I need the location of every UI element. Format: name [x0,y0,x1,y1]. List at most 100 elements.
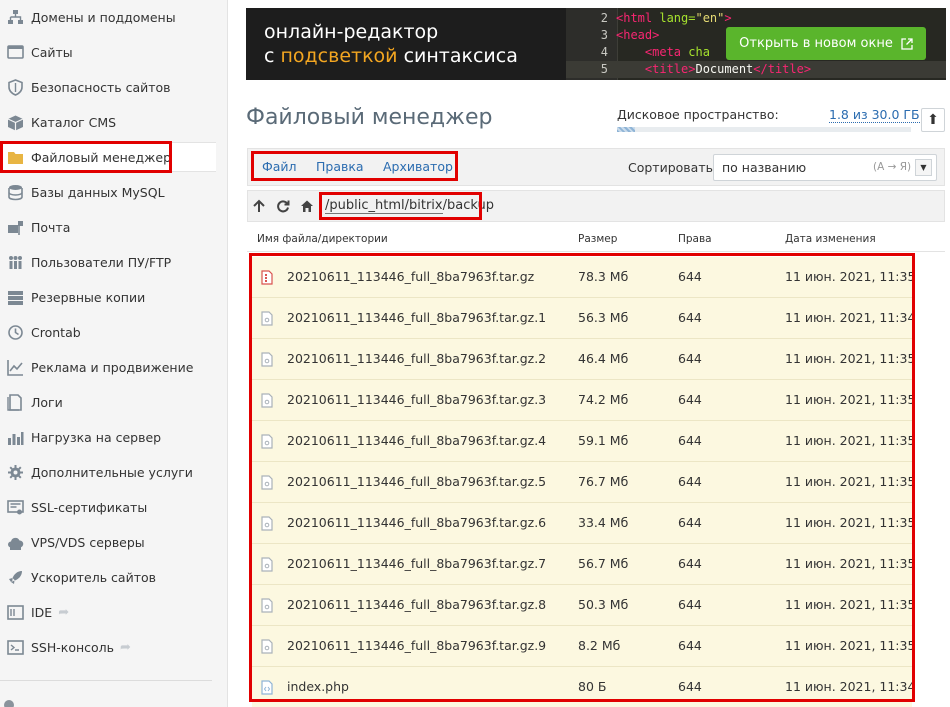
external-link-icon [901,37,913,50]
file-name[interactable]: 20210611_113446_full_8ba7963f.tar.gz.8 [287,597,546,612]
file-modified-date: 11 июн. 2021, 11:35 [785,433,916,448]
column-size-header[interactable]: Размер [578,233,617,245]
sidebar-item-13[interactable]: Нагрузка на сервер [0,422,216,452]
sidebar-item-10[interactable]: Crontab [0,317,216,347]
page-title: Файловый менеджер [246,105,493,130]
code-tag: <html [616,11,660,25]
file-name[interactable]: 20210611_113446_full_8ba7963f.tar.gz.3 [287,392,546,407]
sidebar-item-12[interactable]: Логи [0,387,216,417]
sidebar-item-5[interactable]: Файловый менеджер [0,142,216,172]
sidebar-bottom-icon[interactable] [4,700,14,707]
line-number: 3 [600,28,608,42]
sidebar-item-label: Каталог CMS [31,114,117,130]
breadcrumb-bitrix[interactable]: /bitrix [404,198,443,214]
file-permissions: 644 [678,351,702,366]
table-row[interactable]: 20210611_113446_full_8ba7963f.tar.gz.2 46… [252,339,916,380]
table-row[interactable]: 20210611_113446_full_8ba7963f.tar.gz.4 59… [252,421,916,462]
disk-space-label: Дисковое пространство: [617,107,779,122]
column-permissions-header[interactable]: Права [678,233,712,245]
arrow-up-icon[interactable] [251,198,267,214]
banner-line-2-suffix: синтаксиса [397,45,518,67]
folder-icon [6,148,24,166]
file-name[interactable]: 20210611_113446_full_8ba7963f.tar.gz.9 [287,638,546,653]
table-row[interactable]: 20210611_113446_full_8ba7963f.tar.gz.1 56… [252,298,916,339]
table-row[interactable]: 20210611_113446_full_8ba7963f.tar.gz.8 50… [252,585,915,626]
sidebar-item-7[interactable]: Почта [0,212,216,242]
sidebar-item-11[interactable]: Реклама и продвижение [0,352,216,382]
menu-file[interactable]: Файл [262,159,297,174]
file-permissions: 644 [678,679,702,694]
sidebar-item-1[interactable]: Домены и поддомены [0,2,216,32]
file-icon [261,598,273,613]
sidebar-item-label: Пользователи ПУ/FTP [31,254,172,270]
table-row[interactable]: 20210611_113446_full_8ba7963f.tar.gz.6 33… [252,503,915,544]
file-name[interactable]: 20210611_113446_full_8ba7963f.tar.gz.6 [287,515,546,530]
file-size: 59.1 Мб [578,433,629,448]
gear-icon [6,463,24,481]
open-in-new-window-button[interactable]: Открыть в новом окне [726,27,926,60]
file-name[interactable]: 20210611_113446_full_8ba7963f.tar.gz.5 [287,474,546,489]
upload-button[interactable]: ⬆ [921,108,945,132]
sidebar-item-6[interactable]: Базы данных MySQL [0,177,216,207]
home-icon[interactable] [299,198,315,214]
sidebar-item-14[interactable]: Дополнительные услуги [0,457,216,487]
sidebar-item-2[interactable]: Сайты [0,37,216,67]
file-name[interactable]: 20210611_113446_full_8ba7963f.tar.gz [287,269,534,284]
bar-chart-icon [6,428,24,446]
table-row[interactable]: index.php 80 Б 644 11 июн. 2021, 11:34 [252,667,915,707]
sidebar-item-label: Реклама и продвижение [31,359,194,375]
file-permissions: 644 [678,515,702,530]
sidebar-item-label: Домены и поддомены [31,9,176,25]
file-size: 56.7 Мб [578,556,629,571]
column-date-header[interactable]: Дата изменения [785,233,876,245]
column-name-header[interactable]: Имя файла/директории [257,233,388,245]
sidebar-item-16[interactable]: VPS/VDS серверы [0,527,216,557]
table-row[interactable]: 20210611_113446_full_8ba7963f.tar.gz.5 76… [252,462,916,503]
file-size: 50.3 Мб [578,597,629,612]
menu-archiver[interactable]: Архиватор [383,159,453,174]
banner-line-2-prefix: с [264,45,281,67]
sidebar-item-4[interactable]: Каталог CMS [0,107,216,137]
clock-icon [6,323,24,341]
file-icon [261,352,273,367]
file-name[interactable]: 20210611_113446_full_8ba7963f.tar.gz.2 [287,351,546,366]
file-name[interactable]: 20210611_113446_full_8ba7963f.tar.gz.1 [287,310,546,325]
refresh-icon[interactable] [275,198,291,214]
sidebar-item-18[interactable]: IDE ➦ [0,597,216,627]
menu-edit[interactable]: Правка [316,159,364,174]
line-number: 4 [600,45,608,59]
file-name[interactable]: 20210611_113446_full_8ba7963f.tar.gz.4 [287,433,546,448]
file-name[interactable]: index.php [287,679,349,694]
sidebar-item-label: Безопасность сайтов [31,79,171,95]
sidebar-item-3[interactable]: Безопасность сайтов [0,72,216,102]
file-icon [261,311,273,326]
file-modified-date: 11 июн. 2021, 11:35 [785,351,916,366]
file-permissions: 644 [678,433,702,448]
sort-select[interactable]: по названию (А → Я) ▼ [713,154,937,181]
table-row[interactable]: 20210611_113446_full_8ba7963f.tar.gz.3 74… [252,380,915,421]
server-icon [6,288,24,306]
sidebar-item-15[interactable]: SSL-сертификаты [0,492,216,522]
terminal-icon [6,638,24,656]
file-size: 33.4 Мб [578,515,629,530]
disk-space-value[interactable]: 1.8 из 30.0 ГБ [829,107,920,123]
sidebar: Домены и поддомены Сайты Безопасность сайт… [0,0,228,707]
code-tag: <head> [616,28,660,42]
breadcrumb-public-html[interactable]: /public_html [325,198,405,214]
sidebar-item-17[interactable]: Ускоритель сайтов [0,562,216,592]
sidebar-divider [0,680,212,681]
file-name[interactable]: 20210611_113446_full_8ba7963f.tar.gz.7 [287,556,546,571]
table-row[interactable]: 20210611_113446_full_8ba7963f.tar.gz.7 56… [252,544,915,585]
sidebar-item-8[interactable]: Пользователи ПУ/FTP [0,247,216,277]
banner-highlight: подсветкой [280,45,398,67]
external-arrow-icon: ➦ [120,639,131,655]
code-string: "en" [695,11,725,25]
table-row[interactable]: 20210611_113446_full_8ba7963f.tar.gz.9 8.… [252,626,915,667]
table-row[interactable]: 20210611_113446_full_8ba7963f.tar.gz 78.3… [252,257,915,298]
sidebar-item-9[interactable]: Резервные копии [0,282,216,312]
sidebar-item-19[interactable]: SSH-консоль ➦ [0,632,216,662]
code-attr: cha [688,45,710,59]
file-modified-date: 11 июн. 2021, 11:34 [785,310,916,325]
file-modified-date: 11 июн. 2021, 11:35 [785,474,916,489]
file-size: 56.3 Мб [578,310,629,325]
